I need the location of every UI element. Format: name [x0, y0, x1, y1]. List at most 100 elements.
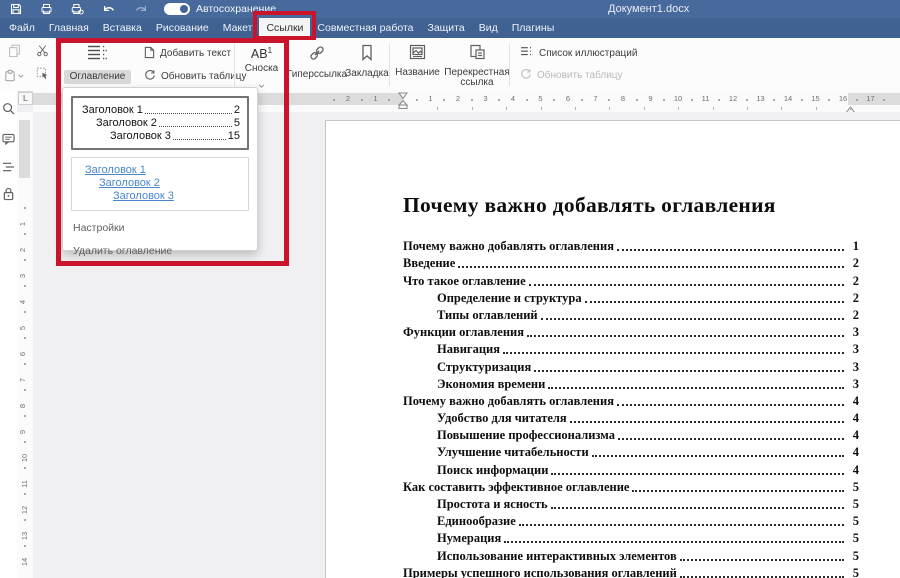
toc-entry[interactable]: Использование интерактивных элементов5 — [403, 546, 859, 563]
update-table-button[interactable]: Обновить таблицу — [144, 69, 234, 84]
tab-stop-tick — [850, 107, 851, 110]
autosave-toggle[interactable] — [164, 3, 190, 15]
tab-protection[interactable]: Защита — [420, 18, 471, 38]
toc-dropdown-panel: Заголовок 12Заголовок 25Заголовок 315 За… — [62, 87, 258, 251]
tab-stop-tick — [747, 107, 748, 110]
toc-entry-text: Экономия времени — [437, 377, 545, 392]
toc-entry[interactable]: Функции оглавления3 — [403, 323, 859, 340]
toc-entry[interactable]: Улучшение читабельности4 — [403, 443, 859, 460]
figures-list-group: Список иллюстраций Обновить таблицу — [510, 38, 690, 91]
toc-entry-text: Почему важно добавлять оглавления — [403, 394, 614, 409]
figures-list-button[interactable]: Список иллюстраций — [520, 46, 690, 61]
footnote-button[interactable]: AB1 Сноска — [235, 38, 288, 91]
toc-entry[interactable]: Повышение профессионализма4 — [403, 426, 859, 443]
copy-icon[interactable] — [8, 44, 21, 62]
navigation-headings-icon[interactable] — [2, 160, 15, 173]
tab-stop-selector[interactable]: L — [18, 92, 33, 105]
dot-leader — [551, 507, 844, 509]
toc-entry[interactable]: Структуризация3 — [403, 357, 859, 374]
caption-label: Название — [395, 68, 440, 78]
ruler-number: 4 — [511, 95, 515, 103]
ruler-tick — [24, 233, 26, 235]
toc-entry-page: 4 — [847, 394, 859, 409]
update-figures-table-label: Обновить таблицу — [537, 70, 623, 81]
title-bar: Автосохранение Документ1.docx — [0, 0, 900, 18]
toc-entry-page: 2 — [847, 274, 859, 289]
ruler-number: 10 — [674, 95, 682, 103]
clipboard-group — [0, 38, 56, 91]
ruler-tick — [718, 99, 720, 101]
ruler-number: 8 — [621, 95, 625, 103]
hyperlink-button[interactable]: Гиперссылка — [289, 38, 345, 91]
dot-leader — [529, 284, 844, 286]
toc-entry[interactable]: Навигация3 — [403, 340, 859, 357]
toc-entry[interactable]: Поиск информации4 — [403, 460, 859, 477]
tab-insert[interactable]: Вставка — [96, 18, 149, 38]
add-text-button[interactable]: Добавить текст — [144, 46, 234, 62]
quick-print-icon[interactable] — [71, 3, 84, 15]
comments-icon[interactable] — [2, 132, 15, 145]
toc-settings-item[interactable]: Настройки — [71, 216, 249, 239]
toc-entry[interactable]: Введение2 — [403, 254, 859, 271]
ruler-tick — [691, 99, 693, 101]
tab-view[interactable]: Вид — [472, 18, 505, 38]
toc-entry[interactable]: Удобство для читателя4 — [403, 409, 859, 426]
print-icon[interactable] — [40, 3, 53, 15]
document-page[interactable]: Почему важно добавлять оглавления Почему… — [325, 120, 900, 578]
dot-leader — [548, 387, 844, 389]
toc-style-link[interactable]: Заголовок 3 — [79, 190, 241, 203]
lock-icon[interactable] — [2, 187, 15, 200]
tab-layout[interactable]: Макет — [216, 18, 260, 38]
toc-entry[interactable]: Что такое оглавление2 — [403, 271, 859, 288]
undo-icon[interactable] — [102, 4, 116, 15]
table-of-contents-button[interactable]: Оглавление — [57, 38, 138, 91]
toc-entry-text: Улучшение читабельности — [437, 445, 589, 460]
toc-entry[interactable]: Почему важно добавлять оглавления 4 — [403, 392, 859, 409]
toc-remove-item[interactable]: Удалить оглавление — [71, 239, 249, 262]
bookmark-button[interactable]: Закладка — [345, 38, 389, 91]
tab-home[interactable]: Главная — [42, 18, 96, 38]
bookmark-icon — [360, 44, 374, 66]
redo-icon[interactable] — [134, 4, 148, 15]
search-icon[interactable] — [2, 102, 15, 115]
cut-icon[interactable] — [36, 44, 49, 62]
toc-style-links[interactable]: Заголовок 1Заголовок 2Заголовок 3 — [71, 157, 249, 211]
toc-entry-text: Примеры успешного использования оглавлен… — [403, 566, 677, 578]
tab-collaboration[interactable]: Совместная работа — [310, 18, 420, 38]
caption-button[interactable]: Название — [390, 38, 445, 91]
tab-file[interactable]: Файл — [2, 18, 42, 38]
ruler-tick — [24, 519, 26, 521]
toc-style-link[interactable]: Заголовок 2 — [79, 177, 241, 190]
tab-references[interactable]: Ссылки — [259, 18, 310, 38]
toc-entry-text: Почему важно добавлять оглавления — [403, 239, 614, 254]
toc-entry[interactable]: Примеры успешного использования оглавлен… — [403, 564, 859, 578]
toc-style-entry-label: Заголовок 2 — [96, 117, 157, 129]
toc-style-classic[interactable]: Заголовок 12Заголовок 25Заголовок 315 — [71, 96, 249, 150]
cross-reference-button[interactable]: Перекрестная ссылка — [445, 38, 509, 91]
toc-entry[interactable]: Типы оглавлений2 — [403, 306, 859, 323]
toc-style-link[interactable]: Заголовок 1 — [79, 164, 241, 177]
tab-bar: ФайлГлавнаяВставкаРисованиеМакетСсылкиСо… — [0, 18, 900, 38]
toc-entry[interactable]: Нумерация5 — [403, 529, 859, 546]
toc-entry[interactable]: Почему важно добавлять оглавления1 — [403, 237, 859, 254]
ruler-number: 3 — [19, 274, 27, 278]
paste-icon[interactable] — [4, 69, 24, 82]
select-icon[interactable] — [36, 67, 49, 85]
toc-entry[interactable]: Определение и структура2 — [403, 289, 859, 306]
ruler-tick — [24, 363, 26, 365]
toc-entry-page: 3 — [847, 360, 859, 375]
bookmark-label: Закладка — [345, 69, 388, 79]
save-icon[interactable] — [10, 3, 22, 15]
toc-entry[interactable]: Единообразие5 — [403, 512, 859, 529]
toc-entry[interactable]: Простота и ясность5 — [403, 495, 859, 512]
toc-entry[interactable]: Как составить эффективное оглавление5 — [403, 478, 859, 495]
ruler-number: 7 — [19, 378, 27, 382]
ruler-number: 8 — [19, 404, 27, 408]
vertical-ruler[interactable]: 1234567891011121314 — [17, 112, 34, 578]
ruler-tick — [471, 99, 473, 101]
add-text-label: Добавить текст — [160, 48, 231, 59]
toc-entry[interactable]: Экономия времени3 — [403, 375, 859, 392]
dot-leader — [504, 541, 844, 543]
tab-draw[interactable]: Рисование — [149, 18, 216, 38]
tab-plugins[interactable]: Плагины — [505, 18, 562, 38]
